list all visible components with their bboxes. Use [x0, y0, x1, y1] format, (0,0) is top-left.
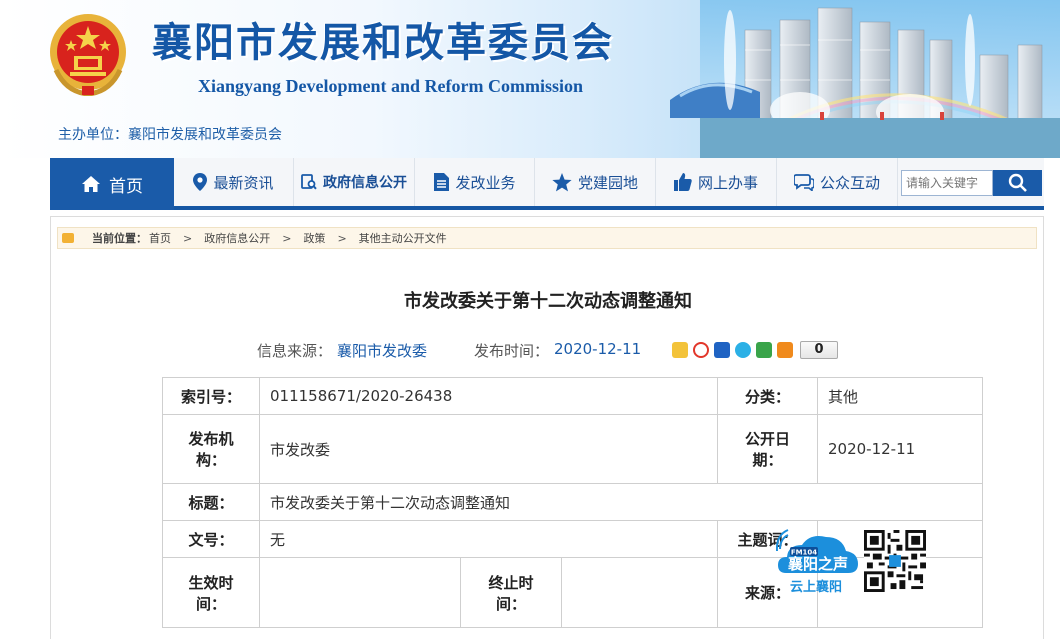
- radio-slogan: 云上襄阳: [790, 579, 842, 595]
- nav-home[interactable]: 首页: [50, 158, 174, 210]
- nav-item-party[interactable]: 党建园地: [535, 158, 656, 206]
- nav-home-label: 首页: [109, 176, 143, 197]
- national-emblem-icon: [50, 14, 126, 96]
- nav-item-online-service[interactable]: 网上办事: [656, 158, 777, 206]
- org-value: 市发改委: [259, 414, 718, 484]
- effective-date-label: 生效时 间：: [162, 557, 260, 628]
- source-value[interactable]: 襄阳市发改委: [337, 340, 427, 361]
- folder-icon: [62, 233, 74, 243]
- effective-date-value: [259, 557, 461, 628]
- title-value: 市发改委关于第十二次动态调整通知: [259, 483, 983, 521]
- nav-item-interaction[interactable]: 公众互动: [777, 158, 898, 206]
- home-icon: [82, 176, 100, 192]
- nav-item-label: 网上办事: [697, 173, 758, 192]
- share-count: 0: [800, 341, 838, 359]
- title-label: 标题：: [162, 483, 260, 521]
- nav-item-business[interactable]: 发改业务: [415, 158, 535, 206]
- nav-item-label: 公众互动: [819, 173, 880, 192]
- site-header: 襄阳市发展和改革委员会 Xiangyang Development and Re…: [0, 0, 1060, 158]
- nav-item-label: 发改业务: [455, 173, 516, 192]
- location-pin-icon: [193, 173, 208, 191]
- nav-item-label: 党建园地: [577, 173, 638, 192]
- nav-item-label: 政府信息公开: [323, 175, 407, 191]
- breadcrumb-link-policy[interactable]: 政策: [303, 230, 325, 246]
- source-label: 信息来源：: [257, 342, 333, 360]
- douban-share-icon[interactable]: [756, 342, 772, 358]
- tencent-weibo-share-icon[interactable]: [735, 342, 751, 358]
- more-share-icon[interactable]: [777, 342, 793, 358]
- breadcrumb: 当前位置： 首页 > 政府信息公开 > 政策 > 其他主动公开文件: [57, 227, 1037, 249]
- breadcrumb-link-gov-info[interactable]: 政府信息公开: [204, 230, 270, 246]
- breadcrumb-separator: >: [183, 231, 193, 245]
- nav-item-news[interactable]: 最新资讯: [174, 158, 294, 206]
- chat-icon: [793, 173, 814, 191]
- breadcrumb-separator: >: [282, 231, 292, 245]
- category-label: 分类：: [717, 377, 818, 415]
- site-title: 襄阳市发展和改革委员会: [152, 20, 614, 66]
- thumbs-up-icon: [673, 173, 692, 191]
- open-date-label: 公开日 期：: [717, 414, 818, 484]
- search-button[interactable]: [993, 170, 1042, 196]
- renren-share-icon[interactable]: [714, 342, 730, 358]
- document-search-icon: [301, 174, 317, 190]
- breadcrumb-link-home[interactable]: 首页: [149, 230, 171, 246]
- city-skyline-image: [670, 0, 1060, 158]
- site-subtitle: Xiangyang Development and Reform Commiss…: [198, 76, 583, 96]
- org-label: 发布机 构：: [162, 414, 260, 484]
- open-date-value: 2020-12-11: [817, 414, 983, 484]
- breadcrumb-label: 当前位置：: [92, 232, 147, 245]
- document-icon: [434, 173, 450, 191]
- article-title: 市发改委关于第十二次动态调整通知: [404, 291, 692, 312]
- host-organization: 主办单位：襄阳市发展和改革委员会: [58, 127, 282, 143]
- qr-code-icon: [864, 530, 926, 592]
- search-icon: [1008, 173, 1027, 192]
- main-nav: 首页 最新资讯 政府信息公开 发改业务 党建园地 网上办事 公众互动 请输入关键…: [50, 158, 1044, 210]
- nav-item-gov-info[interactable]: 政府信息公开: [294, 158, 415, 206]
- radio-name: 襄阳之声: [787, 555, 848, 573]
- end-date-label: 终止时 间：: [460, 557, 562, 628]
- nav-item-label: 最新资讯: [213, 173, 274, 192]
- star-icon: [552, 172, 572, 191]
- search-input[interactable]: [901, 170, 993, 196]
- doc-number-label: 文号：: [162, 520, 260, 558]
- radio-cloud-logo-icon: FM104 襄阳之声 云上襄阳: [775, 529, 858, 595]
- radio-widget[interactable]: FM104 襄阳之声 云上襄阳: [775, 527, 860, 597]
- index-value: 011158671/2020-26438: [259, 377, 718, 415]
- doc-number-value: 无: [259, 520, 718, 558]
- breadcrumb-link-other-docs[interactable]: 其他主动公开文件: [359, 230, 447, 246]
- breadcrumb-separator: >: [337, 231, 347, 245]
- share-bar: 0: [672, 341, 838, 359]
- date-label: 发布时间：: [474, 342, 550, 360]
- weibo-share-icon[interactable]: [693, 342, 709, 358]
- index-label: 索引号：: [162, 377, 260, 415]
- date-value: 2020-12-11: [554, 340, 642, 358]
- category-value: 其他: [817, 377, 983, 415]
- end-date-value: [561, 557, 718, 628]
- qzone-share-icon[interactable]: [672, 342, 688, 358]
